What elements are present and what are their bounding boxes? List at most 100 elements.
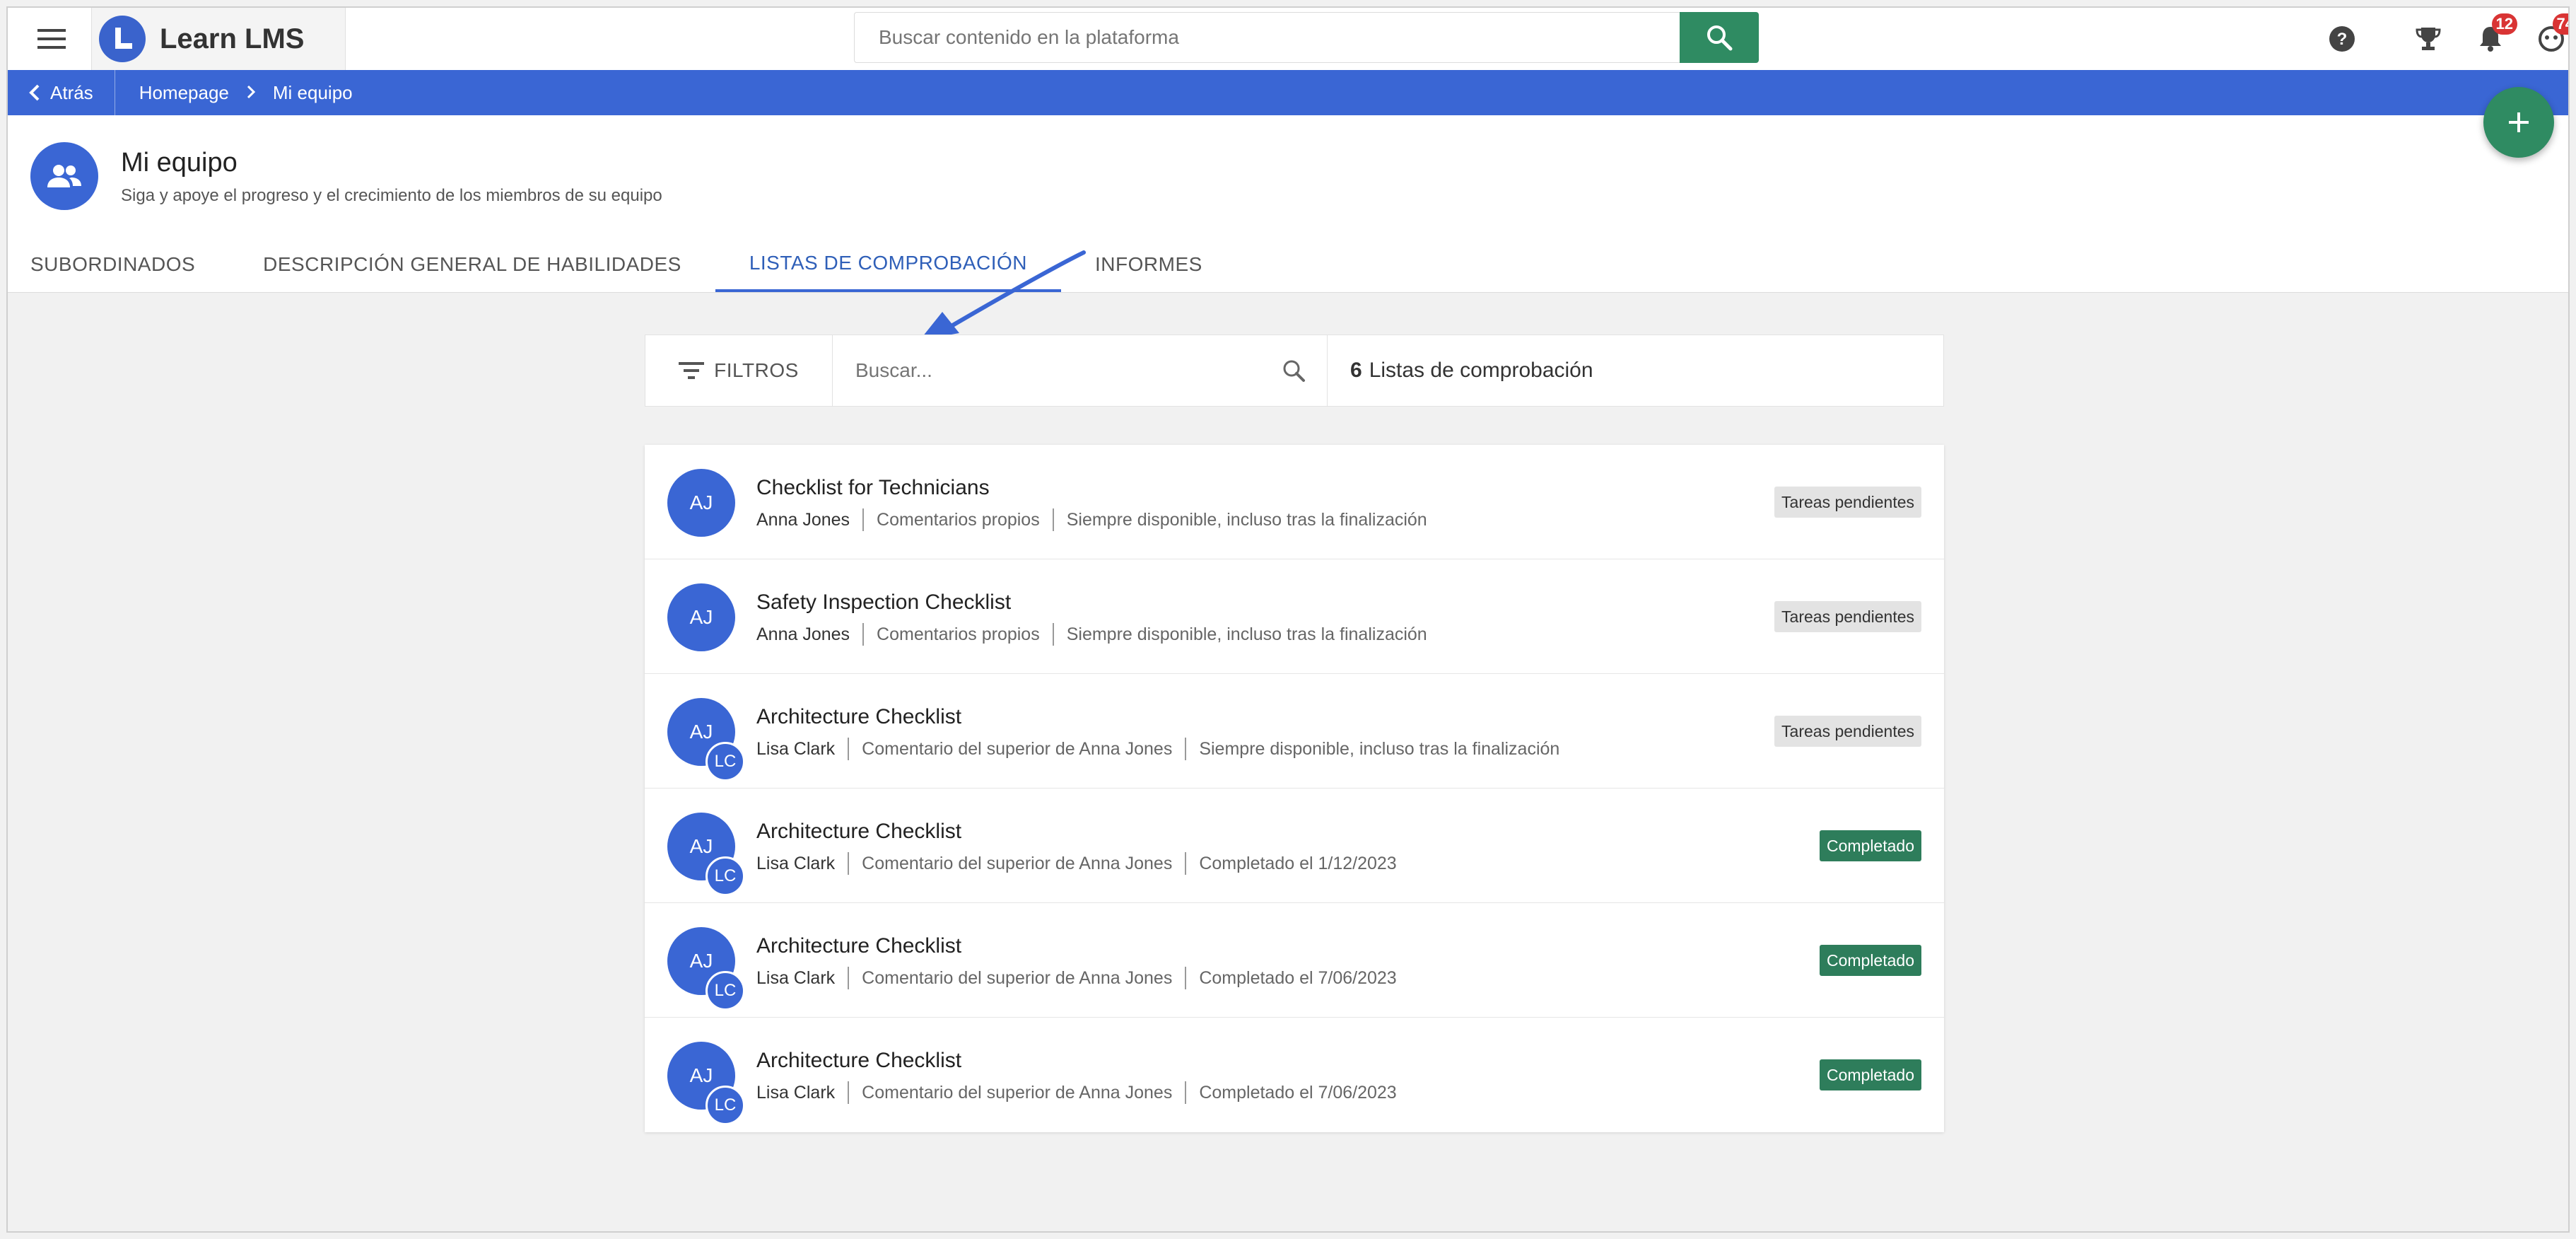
checklist-row[interactable]: AJ LC Architecture Checklist Lisa Clark … [645, 674, 1944, 789]
status-badge: Completado [1819, 945, 1921, 976]
checklist-owner: Lisa Clark [756, 967, 836, 988]
checklist-title[interactable]: Architecture Checklist [756, 934, 961, 958]
notifications-count-badge: 12 [2491, 13, 2517, 35]
tab-subordinados[interactable]: SUBORDINADOS [8, 237, 229, 292]
global-search-field[interactable] [854, 12, 1688, 63]
hamburger-menu-icon[interactable] [23, 21, 80, 57]
tab-checklists[interactable]: LISTAS DE COMPROBACIÓN [715, 237, 1062, 292]
meta-divider [848, 1081, 850, 1104]
help-icon[interactable]: ? [2325, 22, 2359, 56]
checklist-availability: Completado el 7/06/2023 [1199, 1082, 1397, 1103]
secondary-avatar: LC [706, 1086, 745, 1125]
checklist-meta: Lisa Clark Comentario del superior de An… [756, 1081, 1397, 1104]
tab-bar: SUBORDINADOS DESCRIPCIÓN GENERAL DE HABI… [8, 237, 1236, 292]
checklist-owner: Anna Jones [756, 509, 850, 530]
brand[interactable]: Learn LMS [91, 8, 346, 70]
page-subtitle: Siga y apoye el progreso y el crecimient… [121, 186, 662, 205]
status-badge: Tareas pendientes [1774, 601, 1921, 632]
chevron-left-icon [29, 84, 40, 101]
checklist-toolbar: FILTROS 6 Listas de comprobación [645, 335, 1944, 407]
page-header: Mi equipo Siga y apoye el progreso y el … [8, 115, 2568, 340]
meta-divider [848, 852, 850, 875]
meta-divider [1185, 967, 1187, 989]
page-title: Mi equipo [121, 148, 238, 178]
breadcrumb-home-link[interactable]: Homepage [139, 82, 229, 104]
meta-divider [862, 623, 865, 646]
notifications-bell-icon[interactable]: 12 [2473, 13, 2517, 56]
trophy-icon[interactable] [2411, 22, 2445, 56]
checklist-availability: Siempre disponible, incluso tras la fina… [1066, 509, 1427, 530]
checklist-title[interactable]: Architecture Checklist [756, 705, 961, 729]
checklist-comment-type: Comentarios propios [877, 624, 1040, 644]
secondary-avatar: LC [706, 856, 745, 896]
checklist-count: 6 Listas de comprobación [1328, 335, 1593, 406]
secondary-avatar: LC [706, 971, 745, 1011]
avatar: AJ [667, 583, 735, 651]
search-icon [1707, 25, 1733, 51]
breadcrumb-current: Mi equipo [272, 81, 353, 103]
checklist-search-input[interactable] [854, 359, 1282, 383]
checklist-owner: Lisa Clark [756, 853, 836, 873]
checklist-availability: Completado el 7/06/2023 [1199, 967, 1397, 988]
tab-reports[interactable]: INFORMES [1061, 237, 1236, 292]
meta-divider [1185, 852, 1187, 875]
status-badge: Tareas pendientes [1774, 487, 1921, 518]
brand-name: Learn LMS [160, 23, 305, 54]
checklist-row[interactable]: AJ Checklist for Technicians Anna Jones … [645, 445, 1944, 559]
checklist-title[interactable]: Checklist for Technicians [756, 476, 990, 500]
checklist-availability: Siempre disponible, incluso tras la fina… [1066, 624, 1427, 644]
filters-label: FILTROS [714, 359, 799, 381]
checklist-count-number: 6 [1350, 359, 1362, 382]
meta-divider [1052, 508, 1054, 531]
checklist-row[interactable]: AJ Safety Inspection Checklist Anna Jone… [645, 559, 1944, 674]
back-label: Atrás [50, 81, 93, 103]
checklist-comment-type: Comentario del superior de Anna Jones [862, 1082, 1173, 1103]
filter-icon [679, 362, 705, 379]
checklist-meta: Anna Jones Comentarios propios Siempre d… [756, 508, 1427, 531]
checklist-owner: Lisa Clark [756, 1082, 836, 1103]
checklist-meta: Lisa Clark Comentario del superior de An… [756, 852, 1397, 875]
messages-icon[interactable]: 74 [2534, 13, 2568, 56]
global-search-button[interactable] [1680, 12, 1759, 63]
meta-divider [848, 967, 850, 989]
checklist-meta: Anna Jones Comentarios propios Siempre d… [756, 623, 1427, 646]
avatar: AJ [667, 469, 735, 537]
checklist-availability: Completado el 1/12/2023 [1199, 853, 1397, 873]
status-badge: Completado [1819, 1059, 1921, 1090]
tab-skills-overview[interactable]: DESCRIPCIÓN GENERAL DE HABILIDADES [229, 237, 715, 292]
status-badge: Tareas pendientes [1774, 716, 1921, 747]
plus-icon [2509, 112, 2529, 132]
checklist-availability: Siempre disponible, incluso tras la fina… [1199, 738, 1560, 759]
checklist-owner: Lisa Clark [756, 738, 836, 759]
chevron-right-icon [246, 82, 256, 104]
checklist-list: AJ Checklist for Technicians Anna Jones … [645, 445, 1944, 1132]
meta-divider [1185, 738, 1187, 760]
app-window: Learn LMS ? 12 74 Atrás Homepage [6, 6, 2570, 1233]
checklist-comment-type: Comentario del superior de Anna Jones [862, 967, 1173, 988]
checklist-title[interactable]: Architecture Checklist [756, 820, 961, 844]
checklist-comment-type: Comentario del superior de Anna Jones [862, 853, 1173, 873]
checklist-row[interactable]: AJ LC Architecture Checklist Lisa Clark … [645, 903, 1944, 1018]
checklist-row[interactable]: AJ LC Architecture Checklist Lisa Clark … [645, 789, 1944, 903]
breadcrumb-bar: Atrás Homepage Mi equipo [8, 70, 2568, 115]
filters-button[interactable]: FILTROS [645, 335, 833, 406]
global-search-input[interactable] [877, 25, 1688, 50]
meta-divider [848, 738, 850, 760]
add-fab-button[interactable] [2483, 87, 2554, 158]
checklist-title[interactable]: Architecture Checklist [756, 1049, 961, 1073]
brand-logo-icon [99, 16, 146, 62]
search-icon[interactable] [1282, 359, 1306, 383]
checklist-search-field[interactable] [833, 335, 1328, 406]
meta-divider [1052, 623, 1054, 646]
checklist-owner: Anna Jones [756, 624, 850, 644]
meta-divider [1185, 1081, 1187, 1104]
checklist-meta: Lisa Clark Comentario del superior de An… [756, 967, 1397, 989]
checklist-meta: Lisa Clark Comentario del superior de An… [756, 738, 1559, 760]
status-badge: Completado [1819, 830, 1921, 861]
top-bar: Learn LMS ? 12 74 [8, 8, 2568, 71]
back-button[interactable]: Atrás [8, 70, 115, 115]
checklist-title[interactable]: Safety Inspection Checklist [756, 591, 1011, 615]
meta-divider [862, 508, 865, 531]
checklist-row[interactable]: AJ LC Architecture Checklist Lisa Clark … [645, 1018, 1944, 1132]
team-icon [30, 142, 98, 210]
